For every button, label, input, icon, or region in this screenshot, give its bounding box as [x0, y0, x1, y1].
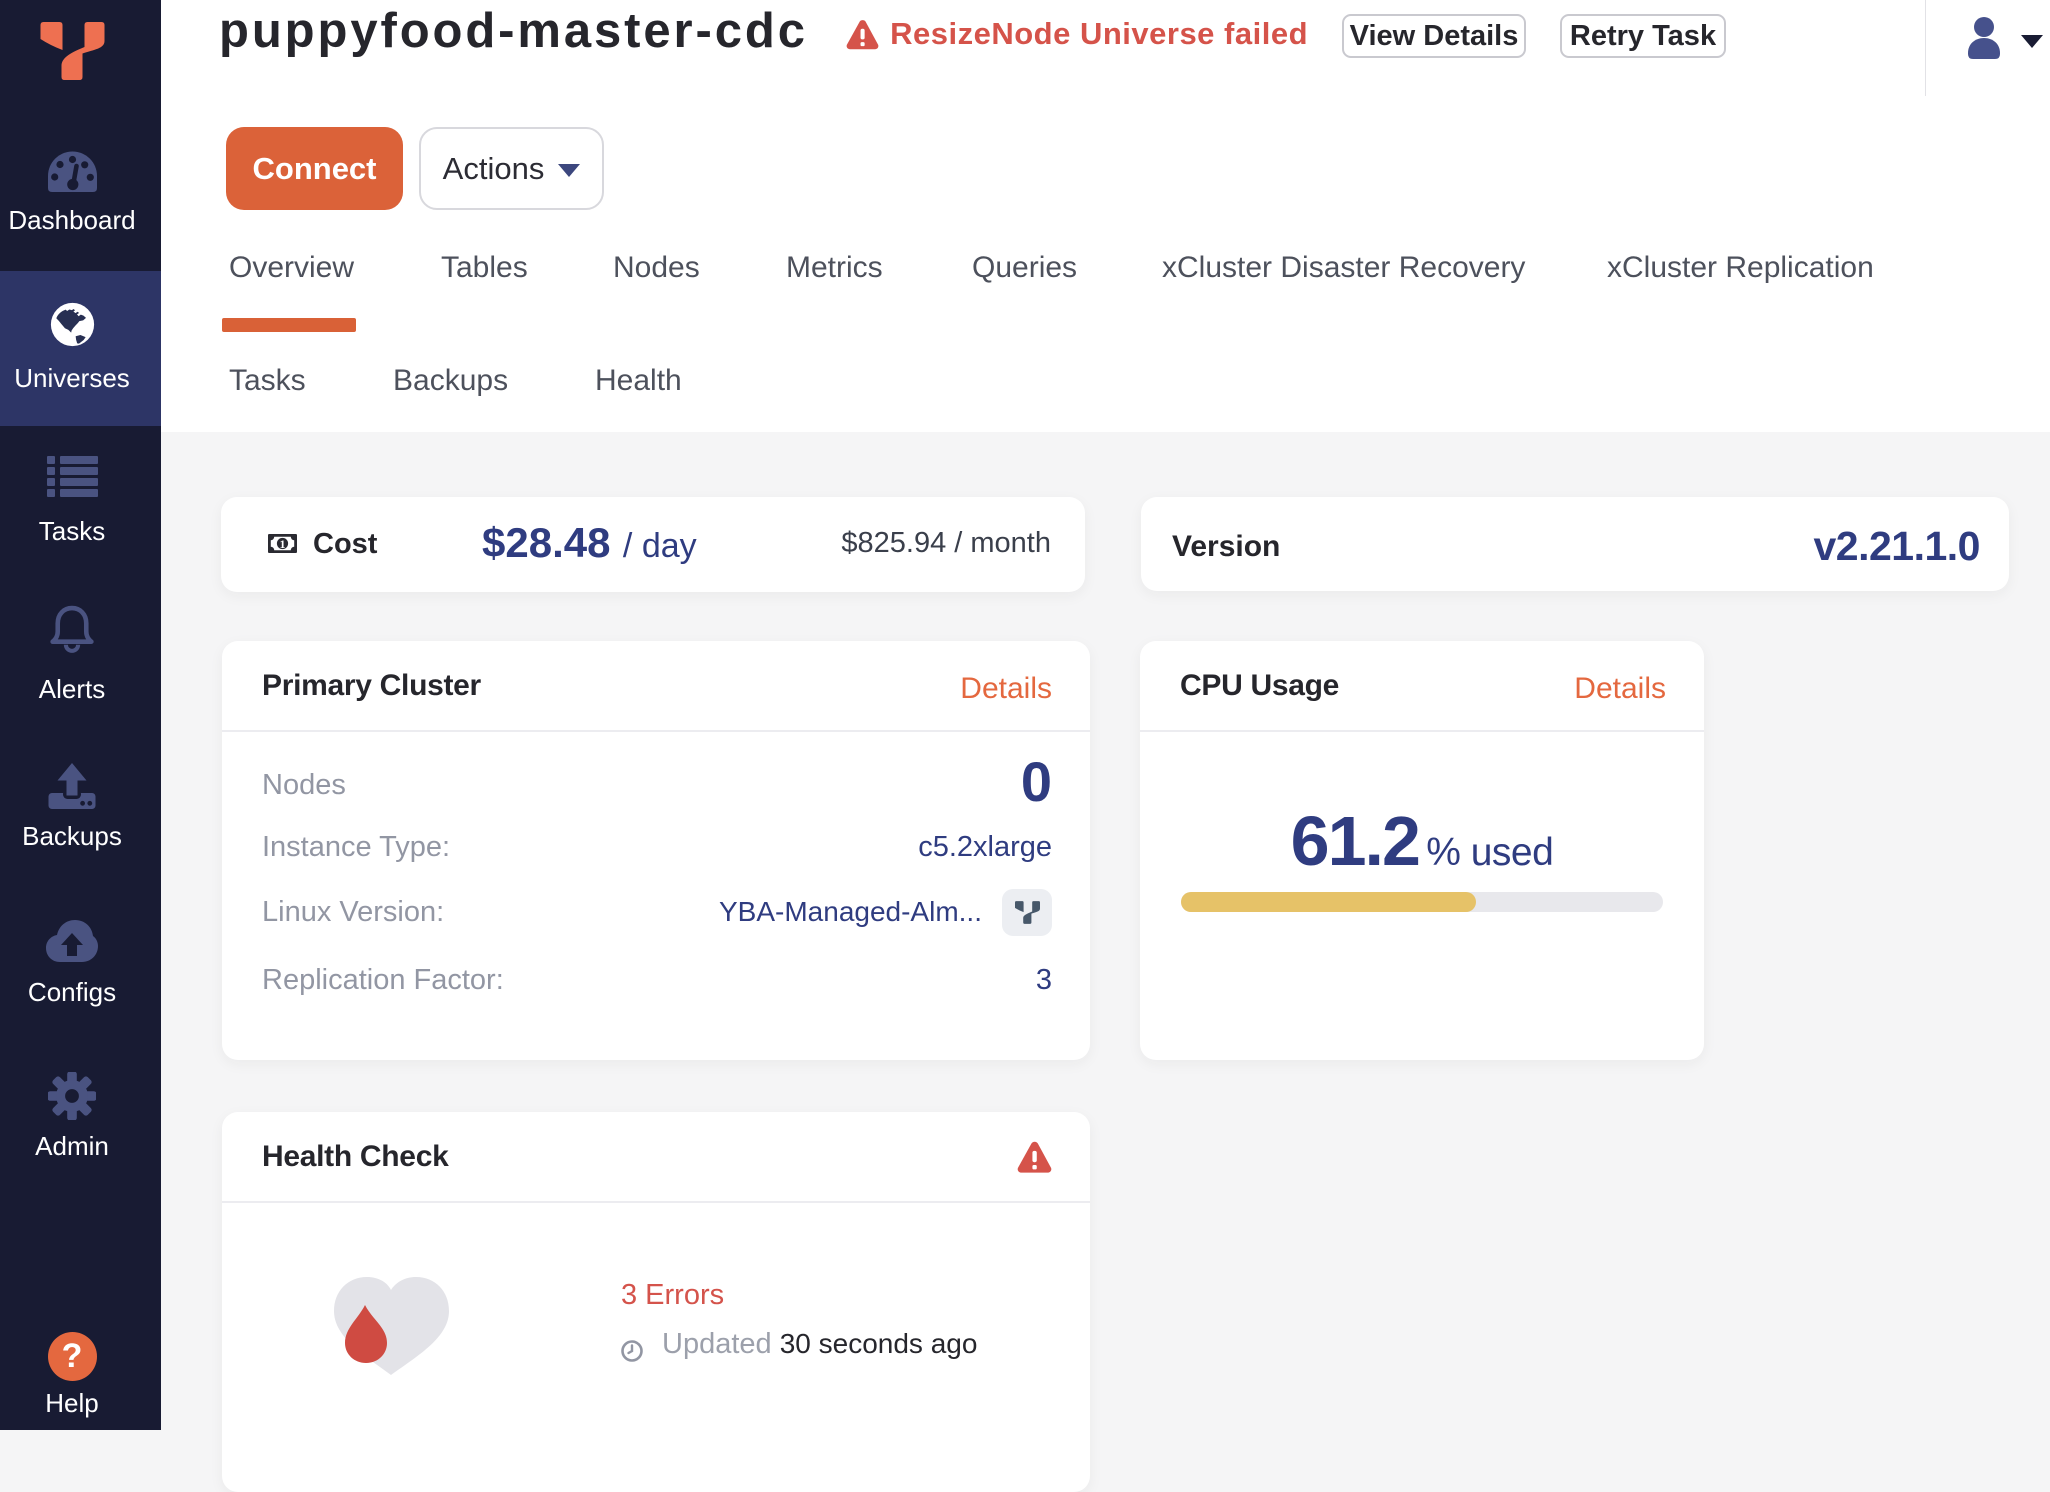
svg-text:1: 1 [280, 537, 286, 551]
